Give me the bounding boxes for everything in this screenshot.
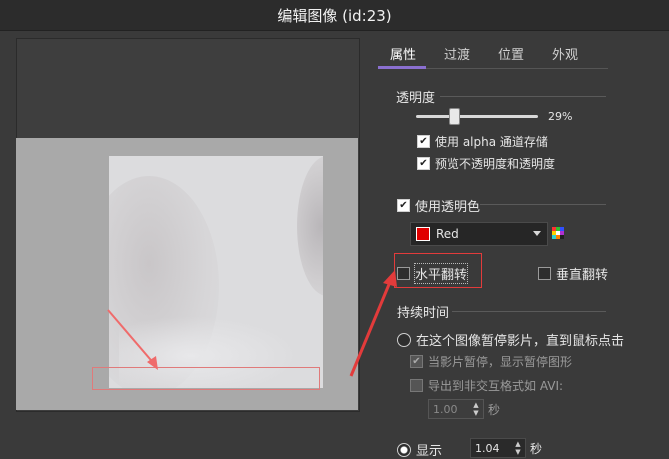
show-duration-label: 显示: [416, 444, 443, 459]
show-pause-graphic-row[interactable]: ✔ 当影片暂停，显示暂停图形: [410, 353, 572, 370]
use-transparent-color-checkbox[interactable]: ✔: [397, 199, 410, 212]
show-duration-unit: 秒: [530, 442, 543, 456]
tab-appearance[interactable]: 外观: [552, 44, 578, 63]
preview-opacity-label: 预览不透明度和透明度: [435, 157, 556, 171]
export-duration-value: 1.00: [433, 402, 458, 416]
preview-opacity-row[interactable]: ✔ 预览不透明度和透明度: [417, 155, 555, 172]
tab-transition[interactable]: 过渡: [444, 44, 470, 63]
spin-arrows-icon[interactable]: ▲ ▼: [471, 401, 481, 417]
transparent-color-value: Red: [436, 227, 459, 241]
color-palette-icon[interactable]: [552, 227, 564, 239]
export-avi-label: 导出到非交互格式如 AVI:: [428, 379, 564, 393]
use-transparent-color-label: 使用透明色: [415, 200, 481, 215]
color-swatch: [416, 227, 430, 241]
use-transparent-color-row[interactable]: ✔ 使用透明色: [397, 196, 480, 215]
tab-position[interactable]: 位置: [498, 44, 524, 63]
flip-vertical-row[interactable]: 垂直翻转: [538, 264, 608, 283]
section-divider: [480, 204, 606, 205]
flip-vertical-label: 垂直翻转: [556, 268, 609, 283]
transparent-color-dropdown[interactable]: Red: [410, 222, 548, 246]
pause-option-row[interactable]: 在这个图像暂停影片，直到鼠标点击: [397, 330, 624, 349]
show-pause-graphic-label: 当影片暂停，显示暂停图形: [428, 355, 573, 369]
pause-option-label: 在这个图像暂停影片，直到鼠标点击: [416, 334, 625, 349]
opacity-label: 透明度: [396, 91, 436, 106]
opacity-value: 29%: [548, 110, 573, 123]
export-avi-row: 导出到非交互格式如 AVI:: [410, 377, 563, 394]
window-title: 编辑图像 (id:23): [0, 0, 669, 31]
chevron-down-icon: [533, 231, 541, 236]
spin-arrows-icon[interactable]: ▲ ▼: [513, 440, 523, 456]
preview-opacity-checkbox[interactable]: ✔: [417, 157, 430, 170]
export-duration-unit: 秒: [488, 403, 501, 417]
pause-option-radio[interactable]: [397, 332, 411, 347]
flip-vertical-checkbox[interactable]: [538, 267, 551, 280]
opacity-slider[interactable]: [416, 115, 538, 118]
tab-properties[interactable]: 属性: [390, 44, 416, 63]
show-duration-radio[interactable]: [397, 442, 411, 457]
duration-label: 持续时间: [397, 306, 450, 321]
opacity-slider-thumb[interactable]: [449, 108, 460, 125]
preview-selection-rect[interactable]: [92, 367, 320, 390]
show-duration-input[interactable]: 1.04 ▲ ▼: [470, 438, 526, 458]
section-divider: [440, 96, 606, 97]
tab-bar: 属性 过渡 位置 外观: [378, 38, 608, 69]
active-tab-indicator: [378, 66, 426, 69]
annotation-highlight-box: [394, 253, 482, 288]
use-alpha-row[interactable]: ✔ 使用 alpha 通道存储: [417, 133, 548, 150]
show-duration-value: 1.04: [475, 441, 500, 455]
export-duration-input[interactable]: 1.00 ▲ ▼: [428, 399, 484, 419]
preview-image: [109, 156, 323, 388]
use-alpha-label: 使用 alpha 通道存储: [435, 135, 548, 149]
show-duration-row[interactable]: 显示: [397, 440, 442, 459]
section-divider: [452, 311, 606, 312]
show-pause-graphic-checkbox[interactable]: ✔: [410, 355, 423, 368]
export-avi-checkbox[interactable]: [410, 379, 423, 392]
use-alpha-checkbox[interactable]: ✔: [417, 135, 430, 148]
